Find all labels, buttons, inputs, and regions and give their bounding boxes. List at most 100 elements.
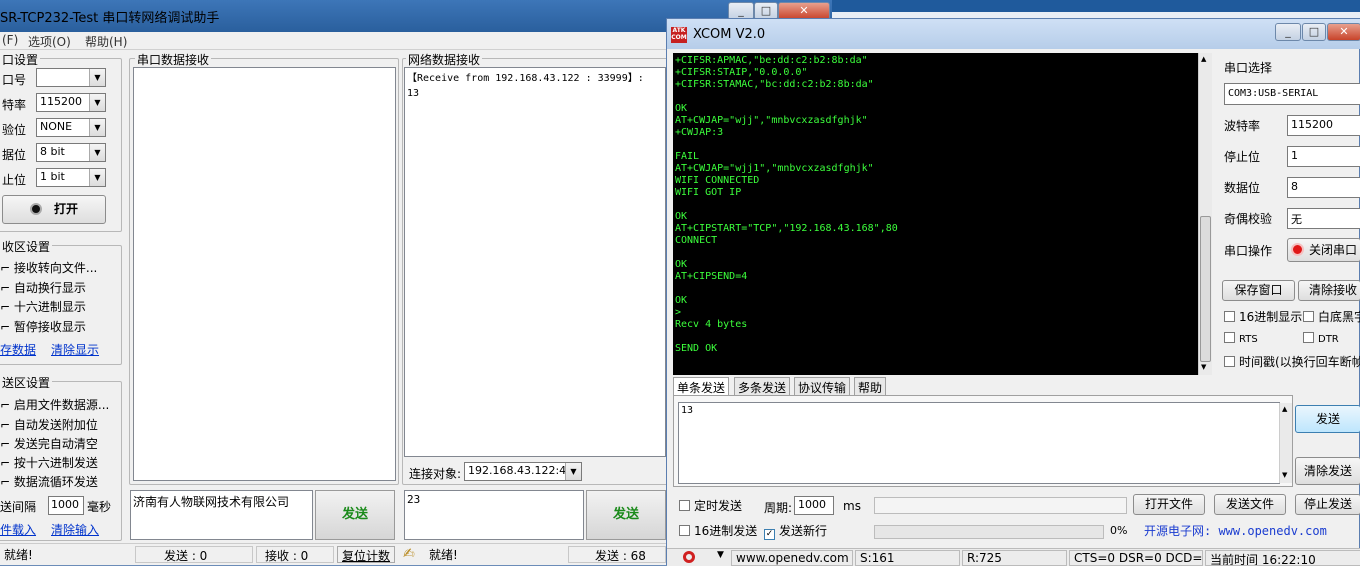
port-select[interactable]: ▼ bbox=[36, 68, 106, 87]
xcom-parity-label: 奇偶校验 bbox=[1224, 212, 1273, 226]
scroll-thumb[interactable] bbox=[1200, 216, 1211, 362]
stop-send-button[interactable]: 停止发送 bbox=[1295, 494, 1360, 515]
period-unit: ms bbox=[843, 499, 861, 513]
tab-multi-send[interactable]: 多条发送 bbox=[734, 377, 791, 395]
chevron-down-icon: ▼ bbox=[565, 463, 581, 480]
reset-count-button[interactable]: 复位计数 bbox=[337, 546, 395, 563]
stopbits-select[interactable]: 1 bit ▼ bbox=[36, 168, 106, 187]
status-ready: 就绪! bbox=[4, 548, 33, 562]
xcom-window: ATK COM XCOM V2.0 _ □ ✕ +CIFSR:APMAC,"be:… bbox=[666, 18, 1360, 566]
chevron-down-icon[interactable]: ▼ bbox=[717, 550, 724, 560]
network-receive-label: 网络数据接收 bbox=[406, 51, 483, 68]
net-send-button[interactable]: 发送 bbox=[586, 490, 666, 540]
status-send-count: S:161 bbox=[855, 550, 960, 566]
serial-receive-textarea[interactable] bbox=[133, 67, 396, 481]
site-link[interactable]: 开源电子网: www.openedv.com bbox=[1144, 522, 1327, 539]
dtr-checkbox[interactable]: DTR bbox=[1303, 332, 1339, 345]
send-textarea[interactable]: 13 bbox=[678, 402, 1280, 484]
auto-clear-checkbox[interactable]: ⌐ 发送完自动清空 bbox=[0, 435, 98, 452]
status-ready-net: 就绪! bbox=[429, 548, 458, 562]
save-window-button[interactable]: 保存窗口 bbox=[1222, 280, 1295, 301]
scroll-down-icon[interactable]: ▼ bbox=[1201, 363, 1206, 371]
hex-send-checkbox[interactable]: ⌐ 按十六进制发送 bbox=[0, 454, 98, 471]
xcom-minimize-button[interactable]: _ bbox=[1275, 23, 1301, 41]
interval-label: 送间隔 bbox=[0, 500, 37, 514]
xcom-data-select[interactable]: 8 bbox=[1287, 177, 1360, 198]
send-button[interactable]: 发送 bbox=[1295, 405, 1360, 433]
xcom-titlebar: ATK COM XCOM V2.0 _ □ ✕ bbox=[667, 19, 1360, 49]
interval-input[interactable]: 1000 bbox=[48, 496, 84, 515]
xcom-baud-select[interactable]: 115200 bbox=[1287, 115, 1360, 136]
hex-display-checkbox[interactable]: ⌐ 十六进制显示 bbox=[0, 298, 86, 315]
scroll-up-icon[interactable]: ▲ bbox=[1282, 405, 1287, 413]
send-progress-bar bbox=[874, 525, 1104, 539]
settings-icon[interactable] bbox=[683, 551, 695, 563]
xcom-stop-label: 停止位 bbox=[1224, 150, 1261, 164]
file-load-link[interactable]: 件载入 bbox=[0, 521, 36, 538]
chevron-down-icon: ▼ bbox=[89, 69, 105, 86]
interval-unit: 毫秒 bbox=[87, 500, 112, 514]
xcom-close-button[interactable]: ✕ bbox=[1327, 23, 1360, 41]
serial-send-button[interactable]: 发送 bbox=[315, 490, 395, 540]
clear-input-link[interactable]: 清除输入 bbox=[51, 521, 99, 538]
timed-send-checkbox[interactable]: 定时发送 bbox=[679, 497, 742, 514]
tab-single-send[interactable]: 单条发送 bbox=[673, 377, 730, 395]
menu-help[interactable]: 帮助(H) bbox=[85, 33, 127, 50]
network-receive-textarea[interactable]: 【Receive from 192.168.43.122 : 33999】: 1… bbox=[404, 67, 666, 457]
save-data-link[interactable]: 存数据 bbox=[0, 341, 36, 358]
send-scrollbar[interactable]: ▲ ▼ bbox=[1279, 403, 1292, 483]
xcom-data-label: 数据位 bbox=[1224, 181, 1261, 195]
file-path-field[interactable] bbox=[874, 497, 1127, 514]
recv-to-file-checkbox[interactable]: ⌐ 接收转向文件... bbox=[0, 259, 97, 276]
serial-receive-label: 串口数据接收 bbox=[135, 51, 212, 68]
white-bg-checkbox[interactable]: 白底黑字 bbox=[1303, 308, 1360, 325]
hex-display-checkbox-xcom[interactable]: 16进制显示 bbox=[1224, 308, 1302, 325]
status-sent: 发送 : 0 bbox=[135, 546, 253, 563]
status-received: 接收 : 0 bbox=[256, 546, 334, 563]
scroll-down-icon[interactable]: ▼ bbox=[1282, 471, 1287, 479]
chevron-down-icon: ▼ bbox=[89, 94, 105, 111]
net-send-textarea[interactable]: 23 bbox=[404, 490, 584, 540]
clear-send-button[interactable]: 清除发送 bbox=[1295, 457, 1360, 485]
menu-bar: (F) 选项(O) 帮助(H) bbox=[0, 32, 666, 50]
send-settings-label: 送区设置 bbox=[0, 374, 53, 391]
tab-help[interactable]: 帮助 bbox=[854, 377, 887, 395]
send-tabs: 单条发送 多条发送 协议传输 帮助 bbox=[673, 377, 1203, 396]
connect-target-select[interactable]: 192.168.43.122:460 ▼ bbox=[464, 462, 582, 481]
timestamp-checkbox[interactable]: 时间戳(以换行回车断帧) bbox=[1224, 353, 1360, 370]
stopbits-label: 止位 bbox=[2, 173, 27, 187]
clear-display-link[interactable]: 清除显示 bbox=[51, 341, 99, 358]
auto-append-checkbox[interactable]: ⌐ 自动发送附加位 bbox=[0, 416, 98, 433]
databits-select[interactable]: 8 bit ▼ bbox=[36, 143, 106, 162]
xcom-parity-select[interactable]: 无 bbox=[1287, 208, 1360, 229]
open-file-button[interactable]: 打开文件 bbox=[1133, 494, 1205, 515]
period-input[interactable]: 1000 bbox=[794, 496, 834, 515]
xcom-maximize-button[interactable]: □ bbox=[1302, 23, 1326, 41]
auto-wrap-checkbox[interactable]: ⌐ 自动换行显示 bbox=[0, 279, 86, 296]
status-bar: 就绪! 发送 : 0 接收 : 0 复位计数 ✍ 就绪! 发送 : 68 bbox=[0, 543, 666, 565]
pause-display-checkbox[interactable]: ⌐ 暂停接收显示 bbox=[0, 318, 86, 335]
xcom-port-select[interactable]: COM3:USB-SERIAL bbox=[1224, 83, 1360, 105]
rts-checkbox[interactable]: RTS bbox=[1224, 332, 1258, 345]
send-newline-checkbox[interactable]: ✓ 发送新行 bbox=[764, 522, 827, 540]
tab-protocol[interactable]: 协议传输 bbox=[794, 377, 851, 395]
loop-send-checkbox[interactable]: ⌐ 数据流循环发送 bbox=[0, 473, 98, 490]
parity-select[interactable]: NONE ▼ bbox=[36, 118, 106, 137]
menu-file[interactable]: (F) bbox=[2, 33, 18, 47]
open-port-button[interactable]: 打开 bbox=[2, 195, 106, 224]
xcom-stop-select[interactable]: 1 bbox=[1287, 146, 1360, 167]
close-port-button[interactable]: 关闭串口 bbox=[1287, 238, 1360, 262]
scroll-up-icon[interactable]: ▲ bbox=[1201, 55, 1206, 63]
send-file-button[interactable]: 发送文件 bbox=[1214, 494, 1286, 515]
file-source-checkbox[interactable]: ⌐ 启用文件数据源... bbox=[0, 396, 109, 413]
serial-send-textarea[interactable]: 济南有人物联网技术有限公司 bbox=[130, 490, 313, 540]
terminal-scrollbar[interactable]: ▲ ▼ bbox=[1198, 53, 1212, 375]
menu-options[interactable]: 选项(O) bbox=[28, 33, 71, 50]
serial-tool-window: (F) 选项(O) 帮助(H) 口设置 口号 ▼ 特率 115200 ▼ 验位 N… bbox=[0, 0, 668, 565]
hex-send-checkbox-xcom[interactable]: 16进制发送 bbox=[679, 522, 757, 539]
clear-receive-button[interactable]: 清除接收 bbox=[1298, 280, 1360, 301]
baud-label: 特率 bbox=[2, 98, 27, 112]
baud-select[interactable]: 115200 ▼ bbox=[36, 93, 106, 112]
receive-terminal[interactable]: +CIFSR:APMAC,"be:dd:c2:b2:8b:da" +CIFSR:… bbox=[673, 53, 1198, 375]
status-lines: CTS=0 DSR=0 DCD=0 bbox=[1069, 550, 1203, 566]
